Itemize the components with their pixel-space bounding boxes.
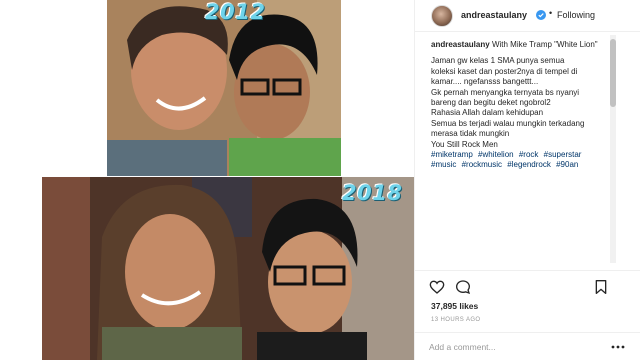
caption-line: Gk pernah menyangka ternyata bs nyanyi — [431, 87, 580, 97]
post-sidebar: andreastaulany • Following andreastaulan… — [414, 0, 640, 360]
more-options-icon[interactable] — [611, 341, 625, 353]
hashtag-link[interactable]: #miketramp — [431, 150, 473, 159]
year-label-2018: 2018 — [342, 181, 403, 205]
caption-line: Rahasia Allah dalam kehidupan — [431, 108, 544, 118]
hashtags-line: #music #rockmusic #legendrock #90an — [431, 160, 627, 170]
caption-head-text: With Mike Tramp "White Lion" — [491, 40, 598, 49]
hashtag-link[interactable]: #music — [431, 160, 456, 169]
caption-line: Semua bs terjadi walau mungkin terkadang — [431, 118, 585, 128]
add-comment-bar — [415, 332, 640, 360]
hashtag-link[interactable]: #90an — [556, 160, 578, 169]
verified-badge-icon — [536, 10, 546, 20]
following-button[interactable]: Following — [557, 10, 595, 20]
avatar[interactable] — [431, 5, 453, 27]
hashtag-link[interactable]: #whitelion — [478, 150, 514, 159]
bookmark-icon[interactable] — [593, 279, 609, 295]
year-label-2012: 2012 — [205, 0, 266, 24]
caption-head: andreastaulany With Mike Tramp "White Li… — [431, 40, 627, 50]
caption-scrollbar[interactable] — [610, 35, 616, 263]
comment-input[interactable] — [429, 340, 599, 354]
caption-line: bareng dan begitu deket ngobrol2 — [431, 98, 551, 108]
separator-dot: • — [549, 8, 553, 18]
hashtag-link[interactable]: #legendrock — [507, 160, 551, 169]
caption-line: You Still Rock Men — [431, 139, 498, 149]
action-bar — [415, 270, 640, 300]
likes-count[interactable]: 37,895 likes — [431, 301, 478, 311]
hashtags-line: #miketramp #whitelion #rock #superstar — [431, 150, 627, 160]
caption-line: koleksi kaset dan poster2nya di tempel d… — [431, 66, 578, 76]
photo-2012 — [107, 0, 341, 176]
photo-2012-figures — [107, 0, 341, 176]
caption: andreastaulany With Mike Tramp "White Li… — [431, 40, 627, 260]
post-header: andreastaulany • Following — [415, 0, 640, 32]
post-timestamp: 13 HOURS AGO — [431, 317, 481, 323]
hashtag-link[interactable]: #superstar — [544, 150, 582, 159]
caption-line: kamar.... ngefansss bangettt... — [431, 77, 539, 87]
caption-username-link[interactable]: andreastaulany — [431, 40, 490, 49]
comment-icon[interactable] — [455, 279, 471, 295]
caption-line: merasa tidak mungkin — [431, 129, 510, 139]
username-link[interactable]: andreastaulany — [461, 10, 527, 20]
hashtag-link[interactable]: #rock — [519, 150, 539, 159]
scrollbar-thumb[interactable] — [610, 39, 616, 107]
hashtag-link[interactable]: #rockmusic — [462, 160, 502, 169]
caption-line: Jaman gw kelas 1 SMA punya semua — [431, 56, 565, 66]
post-photo[interactable]: 2012 2018 — [0, 0, 414, 360]
heart-icon[interactable] — [429, 279, 445, 295]
